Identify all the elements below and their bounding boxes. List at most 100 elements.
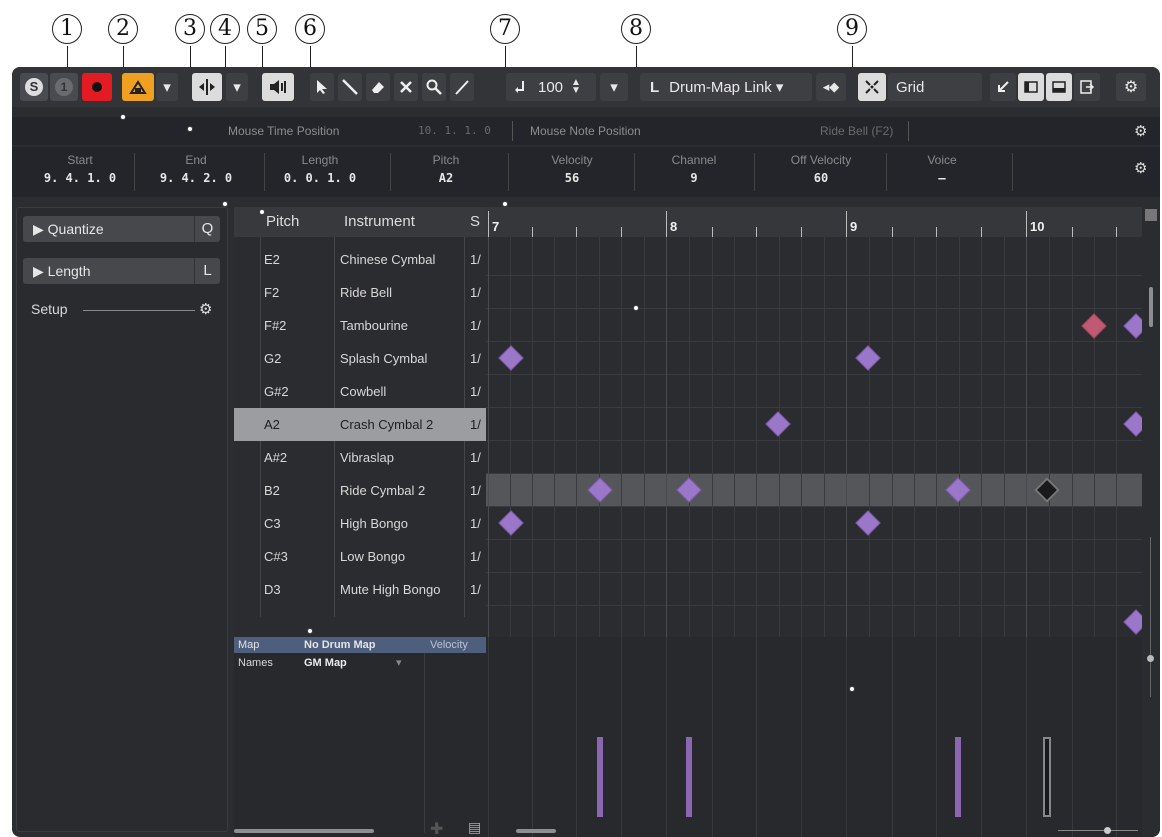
zoom-slider-knob[interactable] bbox=[1147, 655, 1154, 662]
snap-button[interactable] bbox=[858, 73, 886, 101]
horizontal-zoom-track[interactable] bbox=[1058, 830, 1138, 831]
split-tool-dropdown[interactable]: ▾ bbox=[226, 73, 248, 101]
setup-gear-icon[interactable]: ⚙ bbox=[199, 300, 212, 318]
status-line-settings-icon[interactable]: ⚙ bbox=[1134, 122, 1147, 140]
controller-type-label[interactable]: Velocity bbox=[430, 639, 468, 651]
ruler-tick bbox=[801, 227, 802, 237]
export-button[interactable] bbox=[1074, 73, 1100, 101]
info-line-settings-icon[interactable]: ⚙ bbox=[1134, 159, 1147, 177]
event-display[interactable]: 7 8 9 10 bbox=[486, 207, 1142, 637]
beat-line bbox=[689, 237, 690, 637]
drum-row[interactable]: C#3 Low Bongo 1/ bbox=[234, 540, 486, 573]
drum-row[interactable]: D3 Mute High Bongo 1/ bbox=[234, 573, 486, 606]
length-quantize-icon: L bbox=[650, 78, 660, 96]
ruler[interactable]: 7 8 9 10 bbox=[486, 207, 1142, 237]
scroll-thumb[interactable] bbox=[1149, 287, 1153, 327]
record-button[interactable] bbox=[82, 73, 112, 101]
setup-divider bbox=[83, 310, 195, 311]
auto-scroll-button[interactable] bbox=[122, 73, 154, 101]
controller-grid-line bbox=[801, 637, 802, 837]
add-lane-icon[interactable]: ✚ bbox=[430, 819, 443, 837]
info-velocity[interactable]: Velocity 56 bbox=[522, 153, 622, 185]
drum-note[interactable] bbox=[1123, 313, 1142, 339]
drum-row[interactable]: G#2 Cowbell 1/ bbox=[234, 375, 486, 408]
lane-presets-icon[interactable]: ▤ bbox=[468, 819, 481, 836]
open-left-zone-button[interactable] bbox=[990, 73, 1016, 101]
arrow-pointer-icon bbox=[317, 80, 327, 94]
drum-note[interactable] bbox=[1123, 609, 1142, 635]
info-voice[interactable]: Voice — bbox=[892, 153, 992, 185]
insert-velocity-value: 100 bbox=[538, 78, 564, 96]
controller-lane[interactable]: Map No Drum Map Velocity Names GM Map ▾ … bbox=[234, 637, 1142, 837]
info-off-velocity[interactable]: Off Velocity 60 bbox=[766, 153, 876, 185]
drum-row[interactable]: B2 Ride Cymbal 2 1/ bbox=[234, 474, 486, 507]
acoustic-feedback-button[interactable] bbox=[262, 73, 294, 101]
drum-note[interactable] bbox=[855, 510, 881, 536]
scroll-up-arrow-icon[interactable] bbox=[1145, 209, 1157, 221]
velocity-bar-selected[interactable] bbox=[1043, 737, 1051, 817]
zoom-tool[interactable] bbox=[422, 73, 446, 101]
drum-note[interactable] bbox=[1081, 313, 1107, 339]
info-end[interactable]: End 9. 4. 2. 0 bbox=[144, 153, 248, 185]
mute-tool[interactable] bbox=[394, 73, 418, 101]
drum-row[interactable]: C3 High Bongo 1/ bbox=[234, 507, 486, 540]
drum-note[interactable] bbox=[498, 345, 524, 371]
insert-velocity-control[interactable]: 100 ▲ ▼ bbox=[506, 73, 596, 101]
drum-row[interactable]: E2 Chinese Cymbal 1/ bbox=[234, 243, 486, 276]
split-tool-button[interactable] bbox=[192, 73, 222, 101]
info-start[interactable]: Start 9. 4. 1. 0 bbox=[30, 153, 130, 185]
velocity-bar[interactable] bbox=[597, 737, 603, 817]
erase-tool[interactable] bbox=[366, 73, 390, 101]
line-tool[interactable] bbox=[338, 73, 362, 101]
horizontal-zoom-knob[interactable] bbox=[1104, 827, 1111, 834]
beat-line bbox=[824, 237, 825, 637]
names-dropdown-icon[interactable]: ▾ bbox=[396, 656, 402, 669]
row-line bbox=[486, 605, 1142, 606]
velocity-bar[interactable] bbox=[686, 737, 692, 817]
drum-row-selected[interactable]: A2 Crash Cymbal 2 1/ bbox=[234, 408, 486, 441]
info-length[interactable]: Length 0. 0. 1. 0 bbox=[270, 153, 370, 185]
object-selection-tool[interactable] bbox=[310, 73, 334, 101]
solo-button[interactable]: S bbox=[20, 73, 48, 101]
snap-type-selector[interactable]: Grid bbox=[888, 73, 982, 101]
quantize-presets-button[interactable]: ◂◆ bbox=[816, 73, 846, 101]
horizontal-scroll-thumb[interactable] bbox=[234, 829, 374, 833]
drum-row[interactable]: A#2 Vibraslap 1/ bbox=[234, 441, 486, 474]
drum-note[interactable] bbox=[498, 510, 524, 536]
drum-row[interactable]: F#2 Tambourine 1/ bbox=[234, 309, 486, 342]
drum-note[interactable] bbox=[855, 345, 881, 371]
row-line bbox=[486, 275, 1142, 276]
velocity-event-area[interactable] bbox=[486, 637, 1142, 837]
velocity-bar[interactable] bbox=[955, 737, 961, 817]
auto-scroll-dropdown[interactable]: ▾ bbox=[156, 73, 178, 101]
ruler-tick bbox=[936, 227, 937, 237]
drum-note[interactable] bbox=[1123, 411, 1142, 437]
zoom-slider-track[interactable] bbox=[1150, 537, 1151, 697]
horizontal-scroll-thumb[interactable] bbox=[516, 829, 556, 833]
s-column-header[interactable]: S bbox=[470, 213, 480, 230]
names-value[interactable]: GM Map bbox=[304, 657, 347, 669]
toggle-left-zone-button[interactable] bbox=[1018, 73, 1044, 101]
stepper-icon[interactable]: ▲ ▼ bbox=[571, 78, 581, 96]
insert-velocity-dropdown[interactable]: ▾ bbox=[600, 73, 628, 101]
drum-note[interactable] bbox=[765, 411, 791, 437]
drum-row[interactable]: G2 Splash Cymbal 1/ bbox=[234, 342, 486, 375]
vertical-scrollbar[interactable] bbox=[1142, 207, 1160, 837]
arrow-down-left-icon bbox=[998, 81, 1009, 92]
ruler-tick bbox=[488, 211, 489, 237]
info-pitch[interactable]: Pitch A2 bbox=[396, 153, 496, 185]
info-channel[interactable]: Channel 9 bbox=[644, 153, 744, 185]
map-value[interactable]: No Drum Map bbox=[304, 639, 376, 651]
drum-map-link-label: Drum-Map Link ▾ bbox=[669, 79, 784, 96]
map-label: Map bbox=[238, 639, 260, 651]
toggle-lower-zone-button[interactable] bbox=[1046, 73, 1072, 101]
drum-map-link-button[interactable]: L Drum-Map Link ▾ bbox=[640, 73, 812, 101]
listen-button[interactable]: 1 bbox=[50, 73, 78, 101]
drum-row[interactable]: F2 Ride Bell 1/ bbox=[234, 276, 486, 309]
pitch-column-header[interactable]: Pitch bbox=[266, 213, 299, 230]
drumstick-tool[interactable] bbox=[450, 73, 474, 101]
quantize-section[interactable]: ▶ Quantize Q bbox=[23, 216, 220, 242]
length-section[interactable]: ▶ Length L bbox=[23, 258, 220, 284]
toolbar-settings-button[interactable]: ⚙ bbox=[1116, 73, 1146, 101]
instrument-column-header[interactable]: Instrument bbox=[344, 213, 415, 230]
